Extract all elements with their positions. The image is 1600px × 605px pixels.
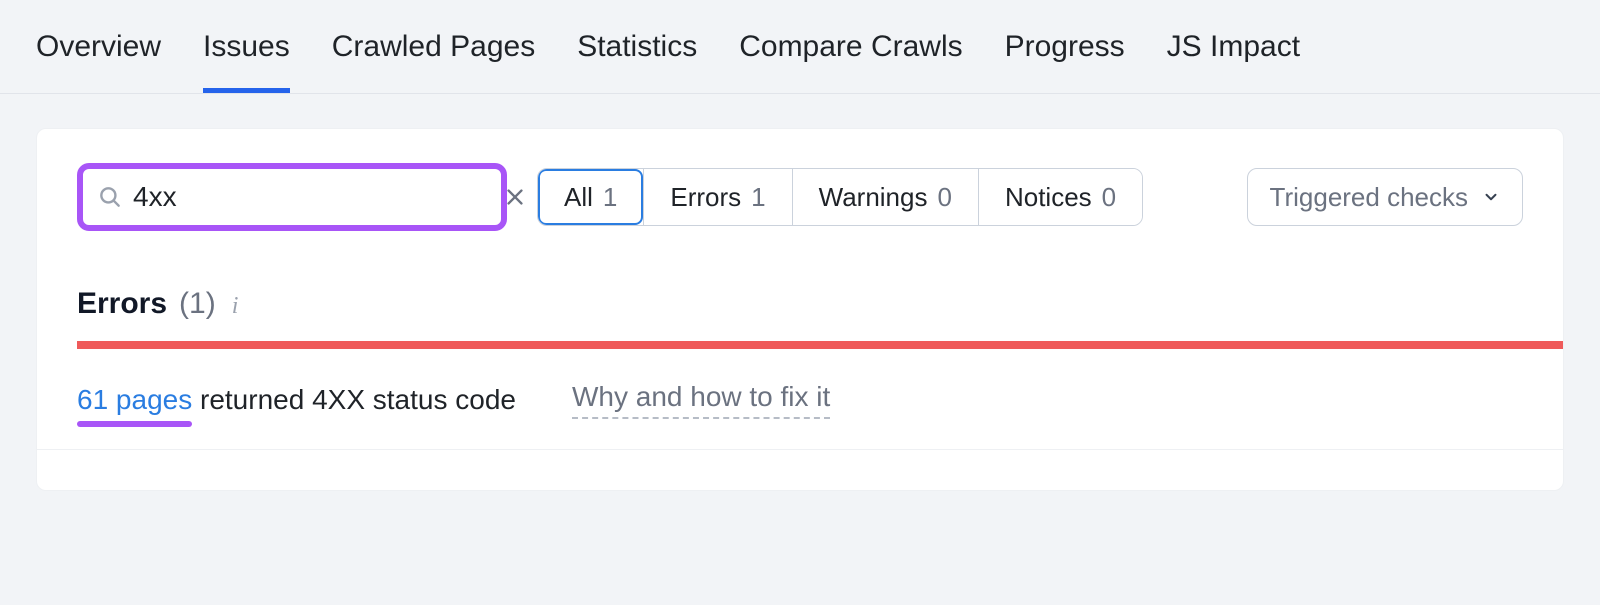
filter-errors-count: 1 bbox=[751, 182, 765, 213]
issue-description: returned 4XX status code bbox=[192, 384, 516, 415]
main-tabs: Overview Issues Crawled Pages Statistics… bbox=[0, 0, 1600, 94]
section-count: (1) bbox=[179, 287, 216, 321]
section-title: Errors bbox=[77, 287, 167, 321]
dropdown-label: Triggered checks bbox=[1270, 182, 1468, 213]
issues-panel: All 1 Errors 1 Warnings 0 Notices 0 Trig… bbox=[36, 128, 1564, 491]
search-input[interactable] bbox=[123, 181, 504, 213]
error-severity-bar bbox=[77, 341, 1563, 349]
tab-overview[interactable]: Overview bbox=[36, 30, 161, 93]
tab-compare-crawls[interactable]: Compare Crawls bbox=[739, 30, 962, 93]
issues-toolbar: All 1 Errors 1 Warnings 0 Notices 0 Trig… bbox=[37, 129, 1563, 231]
filter-warnings-label: Warnings bbox=[819, 182, 928, 213]
filter-group: All 1 Errors 1 Warnings 0 Notices 0 bbox=[537, 168, 1143, 226]
issue-text: 61 pages returned 4XX status code bbox=[77, 384, 516, 416]
filter-notices[interactable]: Notices 0 bbox=[978, 169, 1142, 225]
tab-progress[interactable]: Progress bbox=[1005, 30, 1125, 93]
filter-all[interactable]: All 1 bbox=[538, 169, 643, 225]
filter-notices-label: Notices bbox=[1005, 182, 1092, 213]
clear-icon[interactable] bbox=[504, 184, 526, 210]
tab-statistics[interactable]: Statistics bbox=[577, 30, 697, 93]
filter-notices-count: 0 bbox=[1102, 182, 1116, 213]
why-and-how-link[interactable]: Why and how to fix it bbox=[572, 381, 830, 419]
filter-errors-label: Errors bbox=[670, 182, 741, 213]
filter-warnings[interactable]: Warnings 0 bbox=[792, 169, 978, 225]
chevron-down-icon bbox=[1482, 188, 1500, 206]
filter-errors[interactable]: Errors 1 bbox=[643, 169, 791, 225]
issue-row: 61 pages returned 4XX status code Why an… bbox=[37, 349, 1563, 450]
issue-pages-link[interactable]: 61 pages bbox=[77, 384, 192, 415]
filter-all-label: All bbox=[564, 182, 593, 213]
search-box bbox=[77, 163, 507, 231]
info-icon[interactable]: i bbox=[228, 293, 239, 320]
tab-js-impact[interactable]: JS Impact bbox=[1167, 30, 1300, 93]
filter-warnings-count: 0 bbox=[937, 182, 951, 213]
tab-crawled-pages[interactable]: Crawled Pages bbox=[332, 30, 535, 93]
triggered-checks-dropdown[interactable]: Triggered checks bbox=[1247, 168, 1523, 226]
filter-all-count: 1 bbox=[603, 182, 617, 213]
search-icon bbox=[97, 184, 123, 210]
errors-section-header: Errors (1) i bbox=[37, 231, 1563, 341]
tab-issues[interactable]: Issues bbox=[203, 30, 290, 93]
